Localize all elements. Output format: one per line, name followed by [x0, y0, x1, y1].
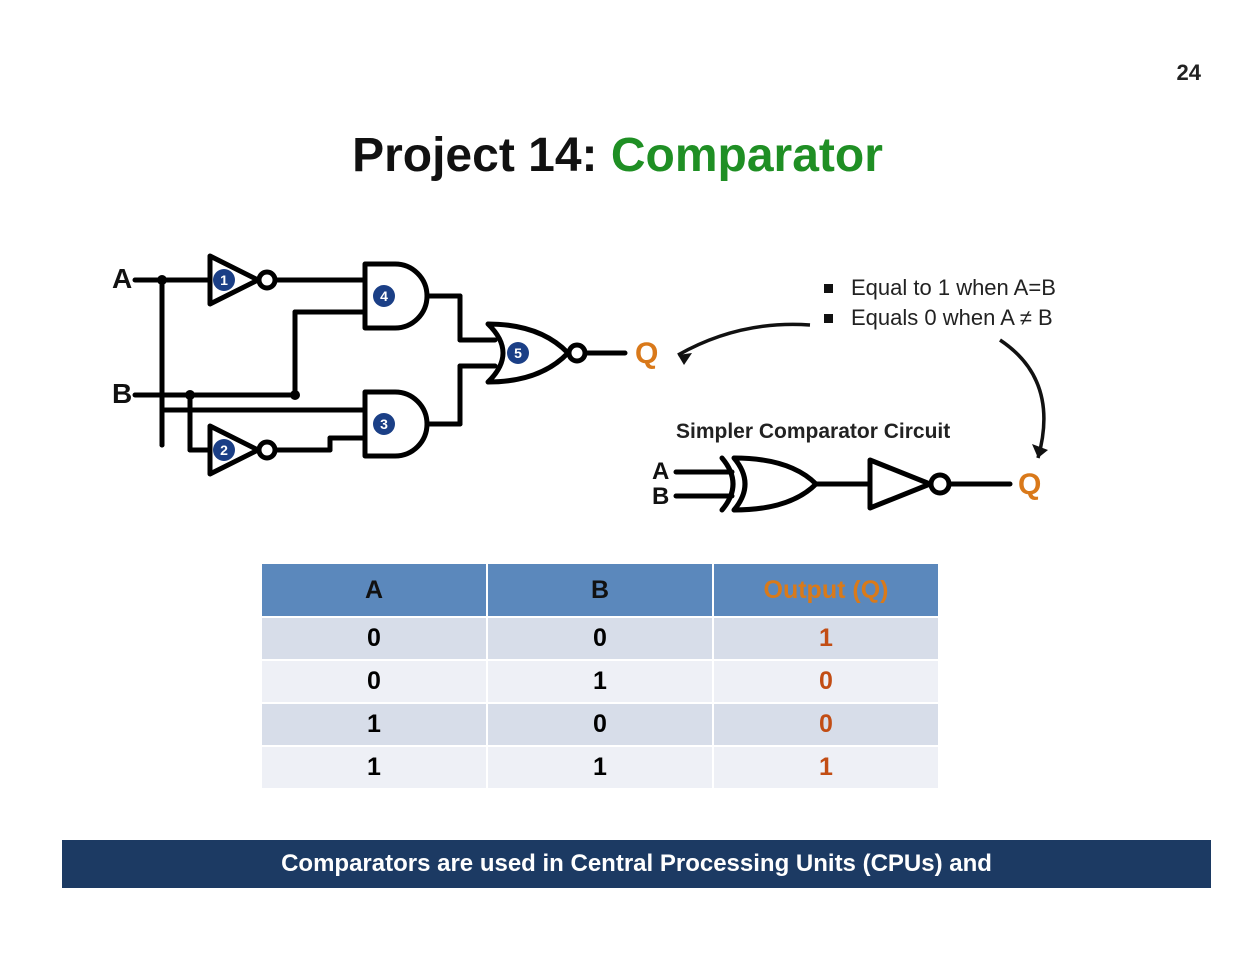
simple-input-b-label: B — [652, 483, 669, 510]
simple-circuit-svg: A B Q — [640, 444, 1060, 534]
table-row: 1 0 0 — [261, 703, 939, 746]
header-a: A — [261, 563, 487, 617]
cell-b: 0 — [487, 617, 713, 660]
main-circuit-svg: 1 2 3 4 5 A B Q — [100, 240, 660, 520]
slide-title: Project 14: Comparator — [0, 128, 1235, 183]
cell-q: 1 — [713, 617, 939, 660]
bullet-text: Equal to 1 when A=B — [851, 275, 1056, 301]
table-row: 0 1 0 — [261, 660, 939, 703]
input-b-label: B — [112, 378, 132, 409]
cell-b: 1 — [487, 746, 713, 789]
simple-circuit-diagram: Simpler Comparator Circuit A B Q — [640, 420, 1060, 530]
bullet-equal: Equal to 1 when A=B — [824, 275, 1154, 301]
gate-badge-3: 3 — [380, 416, 388, 432]
gate-badge-5: 5 — [514, 345, 522, 361]
cell-b: 0 — [487, 703, 713, 746]
cell-q: 0 — [713, 660, 939, 703]
simple-circuit-title: Simpler Comparator Circuit — [676, 420, 950, 444]
bullet-icon — [824, 284, 833, 293]
bullet-text: Equals 0 when A ≠ B — [851, 305, 1053, 331]
table-row: 1 1 1 — [261, 746, 939, 789]
gate-badge-1: 1 — [220, 272, 228, 288]
slide: 24 Project 14: Comparator — [0, 0, 1235, 954]
main-circuit-diagram: 1 2 3 4 5 A B Q — [100, 240, 660, 520]
footer-note: Comparators are used in Central Processi… — [62, 840, 1211, 888]
simple-input-a-label: A — [652, 458, 669, 485]
footer-text: Comparators are used in Central Processi… — [281, 850, 992, 878]
header-q: Output (Q) — [713, 563, 939, 617]
gate-badge-2: 2 — [220, 442, 228, 458]
cell-b: 1 — [487, 660, 713, 703]
cell-q: 1 — [713, 746, 939, 789]
truth-table: A B Output (Q) 0 0 1 0 1 0 1 0 0 1 — [260, 562, 940, 790]
cell-a: 0 — [261, 660, 487, 703]
header-b: B — [487, 563, 713, 617]
table-row: 0 0 1 — [261, 617, 939, 660]
arrow-to-q-icon — [660, 315, 820, 375]
cell-a: 1 — [261, 703, 487, 746]
bullet-icon — [824, 314, 833, 323]
table-header-row: A B Output (Q) — [261, 563, 939, 617]
cell-q: 0 — [713, 703, 939, 746]
cell-a: 1 — [261, 746, 487, 789]
simple-output-q-label: Q — [1018, 468, 1041, 501]
bullet-not-equal: Equals 0 when A ≠ B — [824, 305, 1154, 331]
cell-a: 0 — [261, 617, 487, 660]
title-prefix: Project 14: — [352, 129, 611, 182]
page-number: 24 — [1177, 60, 1201, 86]
output-description-list: Equal to 1 when A=B Equals 0 when A ≠ B — [824, 275, 1154, 335]
title-accent: Comparator — [611, 129, 883, 182]
gate-badge-4: 4 — [380, 288, 388, 304]
input-a-label: A — [112, 263, 132, 294]
output-q-label: Q — [635, 337, 658, 370]
